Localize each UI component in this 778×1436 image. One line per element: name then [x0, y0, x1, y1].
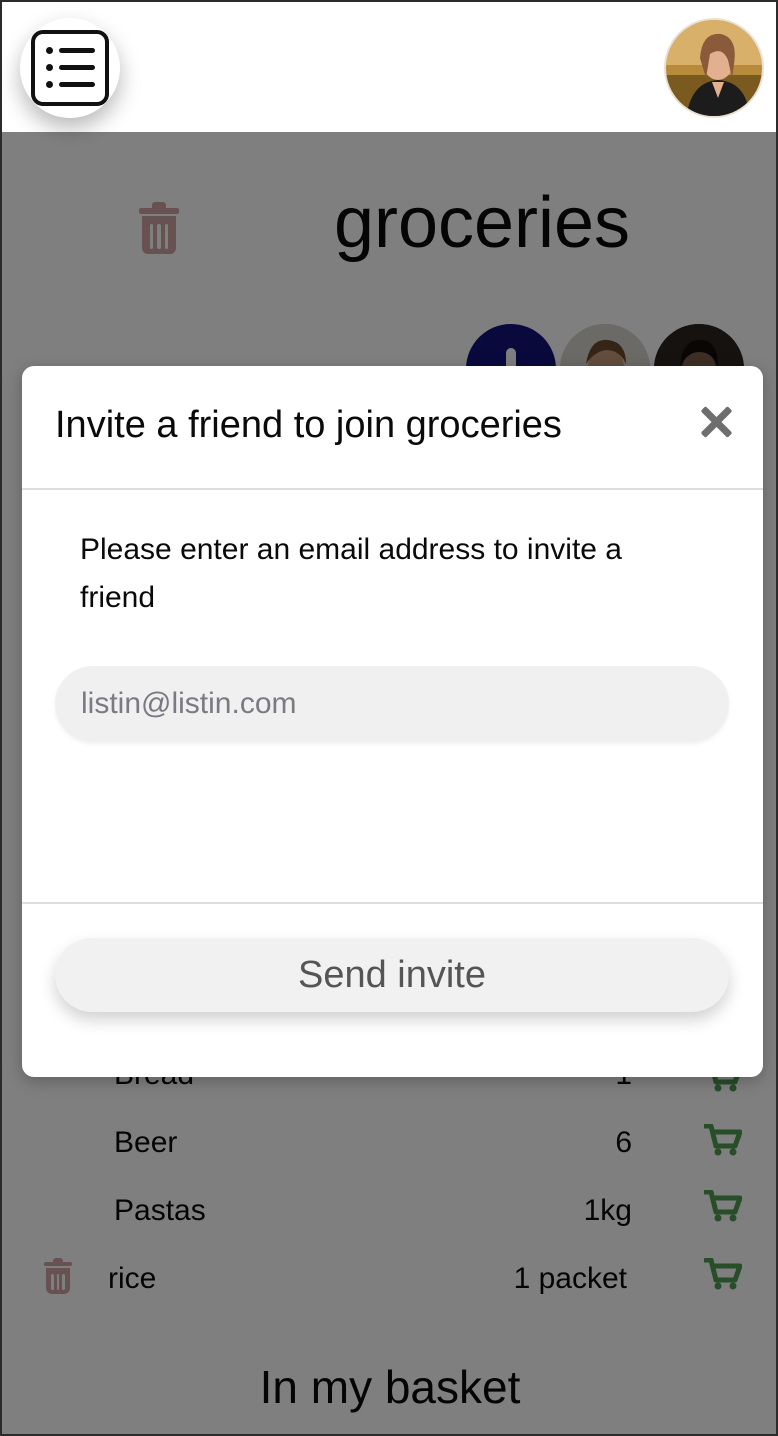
menu-button[interactable]	[20, 18, 120, 118]
close-icon[interactable]	[700, 406, 733, 438]
modal-header: Invite a friend to join groceries	[22, 366, 763, 490]
user-avatar[interactable]	[664, 18, 764, 118]
list-icon	[31, 30, 109, 106]
email-input[interactable]	[55, 666, 729, 742]
top-header	[2, 2, 776, 132]
app-frame: groceries Bread 1 Beer 6 Pastas 1kg	[0, 0, 778, 1436]
invite-modal: Invite a friend to join groceries Please…	[22, 366, 763, 1077]
modal-footer-divider	[22, 902, 763, 904]
invite-message: Please enter an email address to invite …	[80, 533, 622, 614]
modal-title: Invite a friend to join groceries	[55, 404, 562, 446]
send-invite-button[interactable]: Send invite	[55, 938, 729, 1012]
